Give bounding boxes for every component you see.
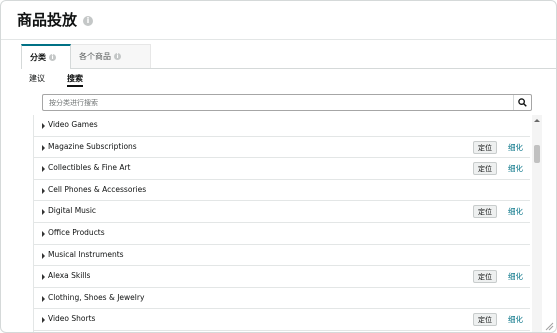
category-row[interactable]: Musical Instruments xyxy=(34,245,530,267)
tab-categories-label: 分类 xyxy=(30,53,46,62)
category-row[interactable]: Alexa Skills 定位 细化 xyxy=(34,266,530,288)
expand-caret-icon[interactable] xyxy=(42,166,45,173)
category-row[interactable]: Cell Phones & Accessories xyxy=(34,180,530,202)
category-label: Clothing, Shoes & Jewelry xyxy=(48,292,145,302)
category-search-box xyxy=(42,94,532,111)
category-label: Alexa Skills xyxy=(48,271,91,281)
scroll-up-arrow-icon[interactable] xyxy=(534,119,540,122)
category-row[interactable]: Collectibles & Fine Art 定位 细化 xyxy=(34,158,530,180)
refine-link[interactable]: 细化 xyxy=(508,206,523,217)
locate-button[interactable]: 定位 xyxy=(473,313,497,327)
category-label: Magazine Subscriptions xyxy=(48,141,137,151)
category-label: Cell Phones & Accessories xyxy=(48,184,147,194)
subtab-search[interactable]: 搜索 xyxy=(67,73,83,87)
search-button[interactable] xyxy=(513,95,531,110)
category-label: Video Games xyxy=(48,120,98,129)
category-row[interactable]: Office Products xyxy=(34,223,530,245)
tab-bar: 分类 i 各个商品 i xyxy=(21,44,556,69)
category-row[interactable]: Video Games xyxy=(34,115,530,137)
category-row[interactable]: Digital Music 定位 细化 xyxy=(34,201,530,223)
locate-button[interactable]: 定位 xyxy=(473,162,497,176)
expand-caret-icon[interactable] xyxy=(42,230,45,237)
refine-link[interactable]: 细化 xyxy=(508,271,523,282)
expand-caret-icon[interactable] xyxy=(42,144,45,151)
search-icon xyxy=(518,98,527,107)
expand-caret-icon[interactable] xyxy=(42,123,45,129)
refine-link[interactable]: 细化 xyxy=(508,142,523,153)
category-list: Video Games Magazine Subscriptions 定位 细化 Col… xyxy=(33,115,530,332)
info-icon[interactable]: i xyxy=(49,54,56,61)
page-title: 商品投放 i xyxy=(17,9,94,30)
scroll-thumb[interactable] xyxy=(534,145,540,163)
page-title-text: 商品投放 xyxy=(17,11,78,29)
locate-button[interactable]: 定位 xyxy=(473,140,497,154)
category-row[interactable]: Magazine Subscriptions 定位 细化 xyxy=(34,137,530,159)
locate-button[interactable]: 定位 xyxy=(473,205,497,219)
tab-individual-products-label: 各个商品 xyxy=(79,52,111,61)
expand-caret-icon[interactable] xyxy=(42,209,45,216)
category-label: Office Products xyxy=(48,227,105,237)
expand-caret-icon[interactable] xyxy=(42,274,45,281)
subtab-suggested[interactable]: 建议 xyxy=(29,73,45,84)
refine-link[interactable]: 细化 xyxy=(508,314,523,325)
locate-button[interactable]: 定位 xyxy=(473,270,497,284)
category-label: Musical Instruments xyxy=(48,249,124,259)
category-search-input[interactable] xyxy=(43,95,513,110)
expand-caret-icon[interactable] xyxy=(42,252,45,259)
panel-header: 商品投放 i xyxy=(1,1,556,40)
category-row[interactable]: Video Shorts 定位 细化 xyxy=(34,309,530,331)
category-label: Digital Music xyxy=(48,206,97,216)
expand-caret-icon[interactable] xyxy=(42,295,45,302)
product-targeting-panel: 商品投放i 分类i 各个商品i 建议 搜索 Video GamesMagazin… xyxy=(0,0,557,333)
category-label: Collectibles & Fine Art xyxy=(48,163,131,173)
expand-caret-icon[interactable] xyxy=(42,317,45,324)
category-label: Video Shorts xyxy=(48,314,96,324)
scrollbar[interactable] xyxy=(532,115,542,332)
refine-link[interactable]: 细化 xyxy=(508,163,523,174)
tab-categories[interactable]: 分类 i xyxy=(21,44,71,69)
expand-caret-icon[interactable] xyxy=(42,187,45,194)
tab-individual-products[interactable]: 各个商品 i xyxy=(71,44,151,68)
resize-handle-icon[interactable] xyxy=(544,321,554,331)
category-row[interactable]: Clothing, Shoes & Jewelry xyxy=(34,288,530,310)
info-icon[interactable]: i xyxy=(83,15,94,26)
info-icon[interactable]: i xyxy=(114,53,121,60)
